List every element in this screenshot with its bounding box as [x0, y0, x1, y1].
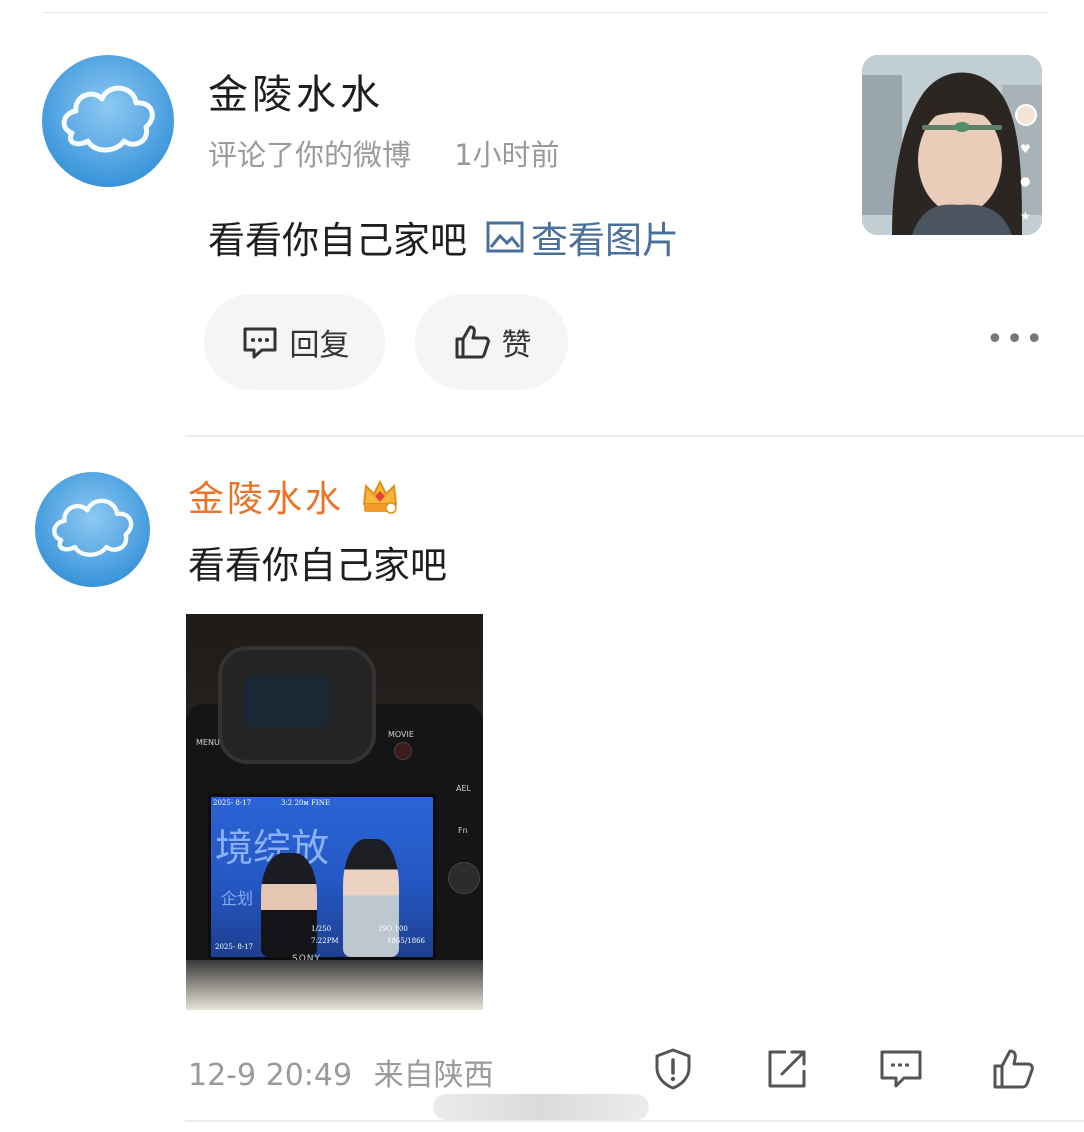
reply-button[interactable]: 回复: [204, 294, 385, 390]
post-text: 看看你自己家吧: [188, 544, 447, 587]
comment-icon: [880, 1050, 922, 1088]
post-source: 来自陕西: [373, 1058, 494, 1093]
notification-time: 1小时前: [454, 138, 560, 172]
post-author-avatar[interactable]: [35, 472, 150, 587]
record-button: [394, 742, 412, 760]
screen-quality: 3:2 20м FINE: [281, 799, 330, 807]
share-icon: [768, 1050, 806, 1088]
more-options-button[interactable]: •••: [986, 325, 1045, 355]
screen-counter: 1865/1866: [387, 937, 425, 945]
photo-bottom-strip: [186, 960, 483, 1010]
vip-crown-icon: [362, 479, 398, 514]
post-username[interactable]: 金陵水水: [188, 470, 344, 522]
svg-text:♥: ♥: [1020, 142, 1031, 156]
reply-label[interactable]: 回复: [290, 320, 350, 364]
screen-backdrop-subtext: 企划: [221, 889, 254, 908]
post-thumbnail[interactable]: ♥ ● ★: [862, 55, 1042, 235]
camera-menu-label: MENU: [196, 738, 220, 747]
camera-eyepiece: [244, 676, 330, 728]
notification-username[interactable]: 金陵水水: [208, 62, 384, 120]
notification-comment: 看看你自己家吧 查看图片: [208, 210, 679, 264]
camera-fn-label: Fn: [458, 826, 468, 835]
bottom-divider: [185, 1120, 1084, 1122]
top-divider: [42, 12, 1048, 13]
screen-date-bottom: 2025- 8-17: [215, 943, 254, 951]
report-button[interactable]: [650, 1046, 696, 1092]
thumbs-up-icon: [993, 1049, 1034, 1089]
screen-iso: ISO 100: [379, 925, 408, 933]
post-footer: 12-9 20:49 来自陕西: [188, 1050, 494, 1094]
thumbs-up-icon: [455, 325, 490, 359]
camera-ael-label: AEL: [456, 784, 471, 793]
image-icon: [486, 221, 524, 253]
like-button[interactable]: 赞: [415, 294, 568, 390]
section-divider: [185, 435, 1084, 437]
comment-icon: [243, 327, 276, 359]
like-label[interactable]: 赞: [502, 320, 532, 364]
post-author-name[interactable]: 金陵水水: [188, 470, 402, 522]
screen-time: 7:22PM: [311, 937, 339, 945]
svg-text:●: ●: [1020, 174, 1030, 188]
post-image[interactable]: MENU MOVIE AEL Fn 2025- 8-17 3:2 20м FIN…: [186, 614, 483, 1010]
like-post-button[interactable]: [990, 1046, 1036, 1092]
comment-text: 看看你自己家吧: [208, 219, 467, 262]
view-image-link[interactable]: 查看图片: [485, 210, 679, 264]
report-icon: [655, 1048, 691, 1090]
user-avatar[interactable]: [42, 55, 174, 187]
view-image-label[interactable]: 查看图片: [531, 210, 679, 264]
camera-screen: 2025- 8-17 3:2 20м FINE 境综放 企划 1/250 7:2…: [208, 794, 436, 960]
screen-shutter: 1/250: [311, 925, 332, 933]
notification-action: 评论了你的微博: [208, 138, 412, 172]
svg-text:★: ★: [1020, 209, 1031, 223]
screen-date: 2025- 8-17: [213, 799, 252, 807]
person-left: [261, 853, 317, 957]
comment-button[interactable]: [878, 1046, 924, 1092]
post-timestamp: 12-9 20:49: [188, 1058, 353, 1093]
blurred-watermark: [433, 1094, 649, 1120]
share-button[interactable]: [764, 1046, 810, 1092]
control-wheel: [448, 862, 480, 894]
camera-movie-label: MOVIE: [388, 730, 414, 739]
notification-meta: 评论了你的微博 1小时前: [208, 132, 560, 174]
